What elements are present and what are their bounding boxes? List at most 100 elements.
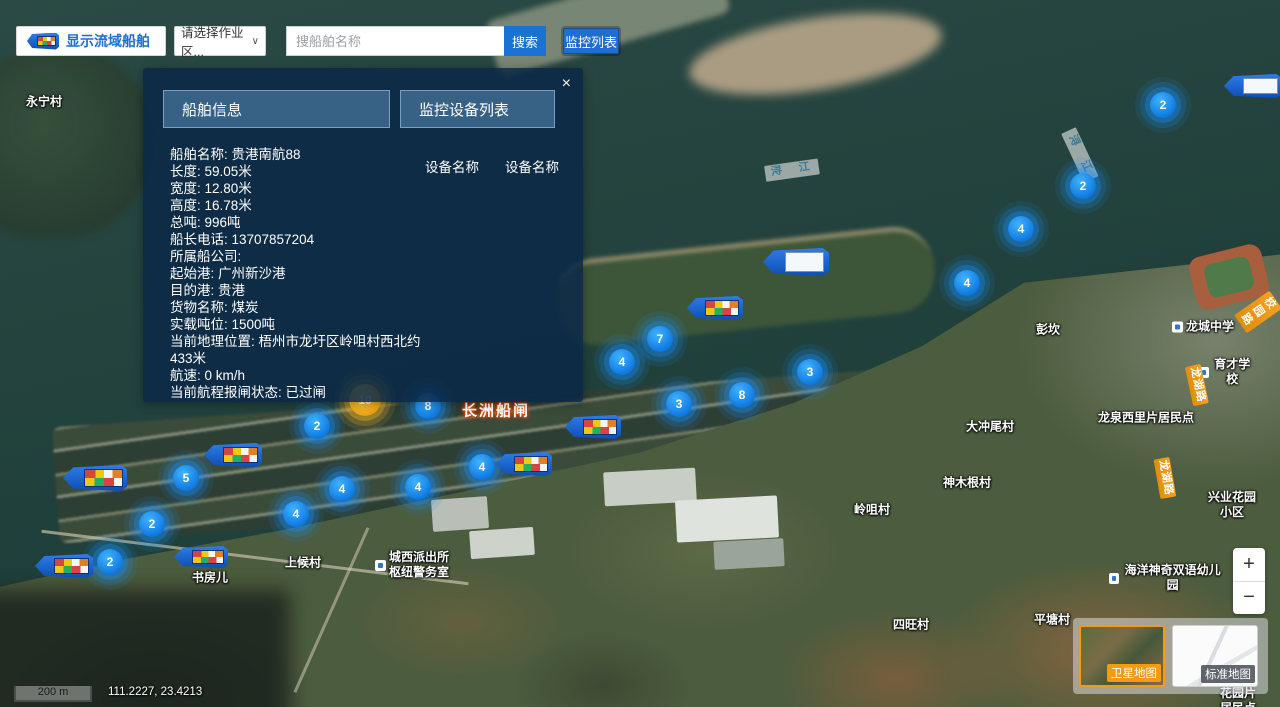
map-label-text: 永宁村 <box>26 95 62 110</box>
cluster-marker[interactable]: 4 <box>1008 216 1034 242</box>
ship-info-list: 船舶名称: 贵港南航88长度: 59.05米宽度: 12.80米高度: 16.7… <box>170 146 442 401</box>
ship-cargo <box>84 469 122 487</box>
ship-marker[interactable] <box>687 296 743 320</box>
zoom-in-button[interactable]: + <box>1233 548 1265 582</box>
ship-cargo <box>583 419 617 435</box>
ship-cargo <box>785 252 825 271</box>
map-label: 永宁村 <box>26 95 62 110</box>
ship-info-line: 宽度: 12.80米 <box>170 180 442 197</box>
ship-info-panel: × 船舶信息 监控设备列表 船舶名称: 贵港南航88长度: 59.05米宽度: … <box>143 68 583 402</box>
work-area-select[interactable]: 请选择作业区... ∨ <box>174 26 266 56</box>
map-label-text: 上候村 <box>285 556 321 571</box>
satellite-map-label: 卫星地图 <box>1107 664 1161 682</box>
map-label: 岭咀村 <box>854 503 890 518</box>
cluster-marker[interactable]: 3 <box>797 359 823 385</box>
map-label: 育才学校 <box>1199 357 1253 387</box>
poi-icon <box>375 560 386 571</box>
ship-cargo <box>223 447 258 463</box>
cluster-marker[interactable]: 4 <box>405 474 431 500</box>
cluster-marker[interactable]: 4 <box>283 501 309 527</box>
cluster-marker[interactable]: 2 <box>304 413 330 439</box>
ship-info-line: 当前航程报闸状态: 已过闸 <box>170 384 442 401</box>
ship-info-line: 货物名称: 煤炭 <box>170 299 442 316</box>
ship-info-line: 长度: 59.05米 <box>170 163 442 180</box>
ship-info-line: 目的港: 贵港 <box>170 282 442 299</box>
ship-search-input[interactable] <box>286 26 504 56</box>
show-basin-ships-label: 显示流域船舶 <box>66 31 150 51</box>
cluster-marker[interactable]: 2 <box>139 511 165 537</box>
map-label: 龙泉西里片居民点 <box>1098 411 1194 426</box>
tab-ship-info[interactable]: 船舶信息 <box>163 90 390 128</box>
map-label: 大冲尾村 <box>966 420 1014 435</box>
map-label-text: 海洋神奇双语幼儿园 <box>1122 563 1223 593</box>
ship-marker[interactable] <box>565 415 621 439</box>
basemap-standard-option[interactable]: 标准地图 <box>1172 625 1258 687</box>
ship-info-line: 高度: 16.78米 <box>170 197 442 214</box>
cluster-marker[interactable]: 3 <box>666 391 692 417</box>
poi-icon <box>1109 573 1119 584</box>
ship-info-line: 总吨: 996吨 <box>170 214 442 231</box>
map-label-text: 大冲尾村 <box>966 420 1014 435</box>
cluster-marker[interactable]: 4 <box>469 454 495 480</box>
map-label: 书房儿 <box>192 571 228 586</box>
ship-marker[interactable] <box>204 443 262 467</box>
show-basin-ships-button[interactable]: 显示流域船舶 <box>16 26 166 56</box>
ship-marker[interactable] <box>1224 74 1280 98</box>
map-label: 平塘村 <box>1034 613 1070 628</box>
ship-cargo <box>54 558 89 574</box>
ship-marker[interactable] <box>496 452 552 476</box>
ship-info-line: 船长电话: 13707857204 <box>170 231 442 248</box>
close-icon[interactable]: × <box>562 76 571 92</box>
map-label: 龙城中学 <box>1172 320 1234 335</box>
map-label-text: 书房儿 <box>192 571 228 586</box>
poi-icon <box>1172 322 1183 333</box>
cluster-marker[interactable]: 4 <box>609 349 635 375</box>
coordinates-readout: 111.2227, 23.4213 <box>108 686 202 698</box>
search-button[interactable]: 搜索 <box>504 26 546 56</box>
map-label-text: 龙泉西里片居民点 <box>1098 411 1194 426</box>
ship-marker[interactable] <box>35 554 93 578</box>
ship-info-line: 所属船公司: <box>170 248 442 265</box>
zoom-out-button[interactable]: − <box>1233 582 1265 615</box>
ship-marker[interactable] <box>763 248 829 276</box>
ship-info-line: 航速: 0 km/h <box>170 367 442 384</box>
scale-bar: 200 m <box>14 686 92 702</box>
map-canvas[interactable]: 永宁村长洲船闸上候村书房儿 城西派出所 枢纽警务室 彭坎 龙城中学育才学校龙泉西里片居… <box>0 0 1280 707</box>
ship-marker[interactable] <box>63 465 127 491</box>
map-label-text: 岭咀村 <box>854 503 890 518</box>
ship-icon <box>27 33 59 50</box>
map-label-text: 长洲船闸 <box>462 403 530 422</box>
map-label-text: 城西派出所 枢纽警务室 <box>389 550 449 580</box>
cluster-marker[interactable]: 2 <box>97 549 123 575</box>
cluster-marker[interactable]: 2 <box>1070 173 1096 199</box>
map-label-text: 育才学校 <box>1212 357 1254 387</box>
ship-cargo <box>705 300 739 316</box>
chevron-down-icon: ∨ <box>252 36 259 47</box>
cluster-marker[interactable]: 4 <box>329 476 355 502</box>
cluster-marker[interactable]: 2 <box>1150 92 1176 118</box>
map-label: 上候村 <box>285 556 321 571</box>
basemap-satellite-option[interactable]: 卫星地图 <box>1079 625 1165 687</box>
cluster-marker[interactable]: 8 <box>729 382 755 408</box>
map-label-text: 四旺村 <box>893 618 929 633</box>
device-name-header: 设备名称 <box>505 156 559 176</box>
map-label-text: 神木根村 <box>943 476 991 491</box>
cluster-marker[interactable]: 4 <box>954 270 980 296</box>
ship-info-line: 实载吨位: 1500吨 <box>170 316 442 333</box>
map-label: 彭坎 <box>1036 323 1060 338</box>
map-label: 海洋神奇双语幼儿园 <box>1109 563 1223 593</box>
map-label-text: 彭坎 <box>1036 323 1060 338</box>
ship-cargo <box>1243 78 1278 94</box>
ship-cargo <box>192 550 224 565</box>
map-label-text: 平塘村 <box>1034 613 1070 628</box>
ship-search-group: 搜索 <box>286 26 546 56</box>
basemap-switcher: 卫星地图 标准地图 <box>1073 618 1268 694</box>
top-toolbar: 显示流域船舶 请选择作业区... ∨ 搜索 监控列表 <box>0 0 1280 64</box>
tab-device-list[interactable]: 监控设备列表 <box>400 90 555 128</box>
ship-marker[interactable] <box>174 546 228 568</box>
cluster-marker[interactable]: 7 <box>647 326 673 352</box>
monitor-list-button[interactable]: 监控列表 <box>563 28 619 54</box>
map-label: 长洲船闸 <box>462 403 530 422</box>
map-label: 城西派出所 枢纽警务室 <box>375 550 449 580</box>
cluster-marker[interactable]: 5 <box>173 465 199 491</box>
